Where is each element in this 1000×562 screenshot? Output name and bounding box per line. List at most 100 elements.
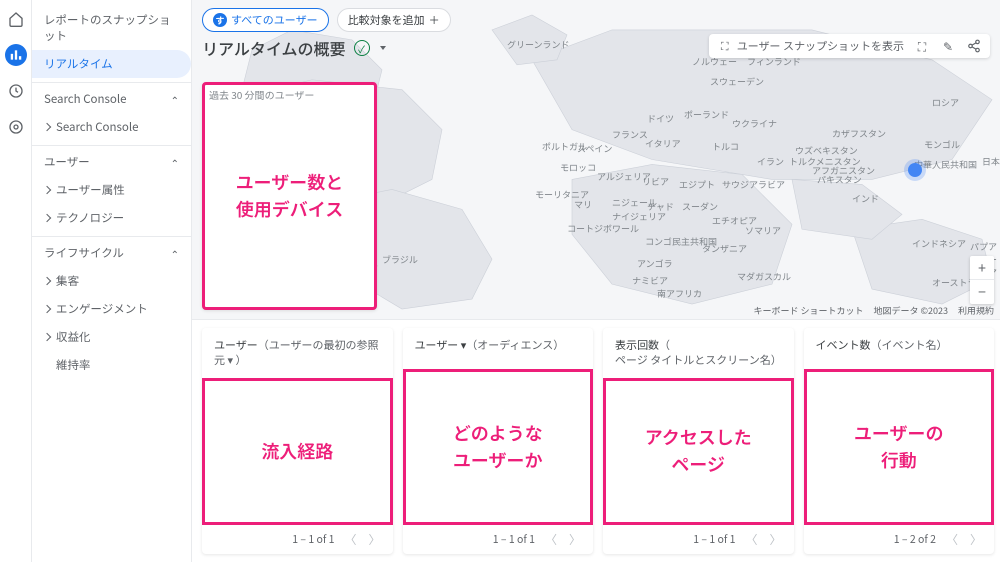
sidebar-section-user[interactable]: ユーザー⌃ xyxy=(32,145,191,176)
nav-rail xyxy=(0,0,32,562)
map-label: マダガスカル xyxy=(737,270,791,283)
map-label: 日本 xyxy=(982,155,1000,168)
map-label: ドイツ xyxy=(647,112,674,125)
card-header[interactable]: ユーザー（ユーザーの最初の参照元 ▾ ） xyxy=(202,328,393,379)
verified-icon[interactable]: ✓ xyxy=(354,40,370,56)
fullscreen-icon[interactable]: ⛶ xyxy=(914,38,930,54)
card-header[interactable]: イベント数（イベント名） xyxy=(804,328,995,370)
caret-right-icon xyxy=(43,277,51,285)
map-label: チャド xyxy=(647,200,674,213)
map-label: ナミビア xyxy=(632,274,668,287)
prev-page-icon[interactable]: 〈 xyxy=(543,531,559,548)
card-overlay: アクセスした ページ xyxy=(606,381,791,522)
card-overlay: どのような ユーザーか xyxy=(406,372,591,522)
report-sidebar: レポートのスナップショット リアルタイム Search Console⌃ Sea… xyxy=(32,0,192,562)
ads-icon[interactable] xyxy=(5,116,27,138)
reports-icon[interactable] xyxy=(5,44,27,66)
map-label: トルコ xyxy=(712,140,739,153)
map-label: モンゴル xyxy=(924,138,960,151)
map-label: イタリア xyxy=(645,137,681,150)
sidebar-section-lifecycle[interactable]: ライフサイクル⌃ xyxy=(32,236,191,267)
card-overlay: 流入経路 xyxy=(205,381,390,522)
map-label: カザフスタン xyxy=(832,127,886,140)
sidebar-item-engagement[interactable]: エンゲージメント xyxy=(32,295,191,323)
map-label: フランス xyxy=(612,128,648,141)
map-label: イラン xyxy=(757,155,784,168)
next-page-icon[interactable]: 〉 xyxy=(968,531,984,548)
sidebar-item-realtime[interactable]: リアルタイム xyxy=(32,50,191,78)
sidebar-item-user-attrs[interactable]: ユーザー属性 xyxy=(32,176,191,204)
map-label: ポーランド xyxy=(684,108,729,121)
card-events: イベント数（イベント名） ユーザーの 行動 1 – 2 of 2 〈〉 xyxy=(804,328,995,554)
map-label: アンゴラ xyxy=(637,257,673,270)
sidebar-item-snapshot[interactable]: レポートのスナップショット xyxy=(32,6,191,50)
sidebar-item-technology[interactable]: テクノロジー xyxy=(32,204,191,232)
chip-add-comparison[interactable]: 比較対象を追加＋ xyxy=(337,8,451,32)
chip-all-users[interactable]: すすべてのユーザー xyxy=(202,8,329,32)
map-label: スーダン xyxy=(682,200,718,213)
pagination-text: 1 – 1 of 1 xyxy=(292,532,334,547)
caret-right-icon xyxy=(43,214,51,222)
caret-right-icon xyxy=(43,186,51,194)
sidebar-section-search-console[interactable]: Search Console⌃ xyxy=(32,82,191,113)
chevron-up-icon: ⌃ xyxy=(171,246,179,261)
next-page-icon[interactable]: 〉 xyxy=(366,531,382,548)
next-page-icon[interactable]: 〉 xyxy=(567,531,583,548)
sidebar-item-acquisition[interactable]: 集客 xyxy=(32,267,191,295)
map-label: コンゴ民主共和国 xyxy=(645,235,717,248)
caret-right-icon xyxy=(43,305,51,313)
share-icon[interactable] xyxy=(966,38,982,54)
sidebar-item-search-console[interactable]: Search Console xyxy=(32,113,191,141)
card-header[interactable]: ユーザー ▾（オーディエンス） xyxy=(403,328,594,370)
card-overlay: ユーザーの 行動 xyxy=(807,372,992,522)
prev-page-icon[interactable]: 〈 xyxy=(342,531,358,548)
chevron-up-icon: ⌃ xyxy=(171,92,179,107)
plus-icon: ＋ xyxy=(429,12,440,28)
map-terms-link[interactable]: 利用規約 xyxy=(958,304,994,317)
viewfinder-icon: ⛶ xyxy=(717,38,733,54)
map-label: ブラジル xyxy=(382,253,418,266)
zoom-out-button[interactable]: − xyxy=(970,280,994,304)
main-content: グリーンランド カナダ アメリカ合衆国 メキシコ キューバ ベネズエラ コロンビ… xyxy=(192,0,1000,562)
map-label: 南アフリカ xyxy=(657,287,702,300)
map-label: ソマリア xyxy=(745,224,781,237)
map-shortcuts[interactable]: キーボード ショートカット xyxy=(753,304,863,317)
zoom-in-button[interactable]: + xyxy=(970,256,994,280)
map-label: ポルトガル xyxy=(542,140,587,153)
chip-badge-icon: す xyxy=(213,13,227,27)
next-page-icon[interactable]: 〉 xyxy=(767,531,783,548)
explore-icon[interactable] xyxy=(5,80,27,102)
map-user-dot xyxy=(908,163,922,177)
pagination-text: 1 – 1 of 1 xyxy=(693,532,735,547)
card-header[interactable]: 表示回数（ ページ タイトルとスクリーン名） xyxy=(603,328,794,379)
pagination-text: 1 – 1 of 1 xyxy=(493,532,535,547)
map-label: アルジェリア xyxy=(597,170,651,183)
map-label: 中華人民共和国 xyxy=(914,158,977,171)
card-audience: ユーザー ▾（オーディエンス） どのような ユーザーか 1 – 1 of 1 〈〉 xyxy=(403,328,594,554)
caret-right-icon xyxy=(43,333,51,341)
map-label: パキスタン xyxy=(817,173,862,186)
user-snapshot-button[interactable]: ⛶ユーザー スナップショットを表示 xyxy=(717,38,904,54)
chevron-up-icon: ⌃ xyxy=(171,155,179,170)
pagination-text: 1 – 2 of 2 xyxy=(894,532,936,547)
users-card-overlay: ユーザー数と 使用デバイス xyxy=(205,85,374,307)
home-icon[interactable] xyxy=(5,8,27,30)
prev-page-icon[interactable]: 〈 xyxy=(944,531,960,548)
title-dropdown-icon[interactable] xyxy=(380,46,386,50)
sidebar-item-monetization[interactable]: 収益化 xyxy=(32,323,191,351)
map-label: ロシア xyxy=(932,96,959,109)
card-pageviews: 表示回数（ ページ タイトルとスクリーン名） アクセスした ページ 1 – 1 … xyxy=(603,328,794,554)
prev-page-icon[interactable]: 〈 xyxy=(743,531,759,548)
map-label: モロッコ xyxy=(560,161,596,174)
page-title: リアルタイムの概要 xyxy=(202,36,346,60)
edit-icon[interactable]: ✎ xyxy=(940,38,956,54)
users-30min-card: 過去 30 分間のユーザー ユーザー数と 使用デバイス xyxy=(202,82,377,310)
caret-right-icon xyxy=(43,123,51,131)
map-label: サウジアラビア xyxy=(722,178,785,191)
map-label: スウェーデン xyxy=(710,75,764,88)
map-zoom-control: + − xyxy=(970,256,994,304)
map-label: エジプト xyxy=(679,178,715,191)
sidebar-item-retention[interactable]: 維持率 xyxy=(32,351,191,379)
map-label: ウクライナ xyxy=(732,117,777,130)
card-first-source: ユーザー（ユーザーの最初の参照元 ▾ ） 流入経路 1 – 1 of 1 〈〉 xyxy=(202,328,393,554)
